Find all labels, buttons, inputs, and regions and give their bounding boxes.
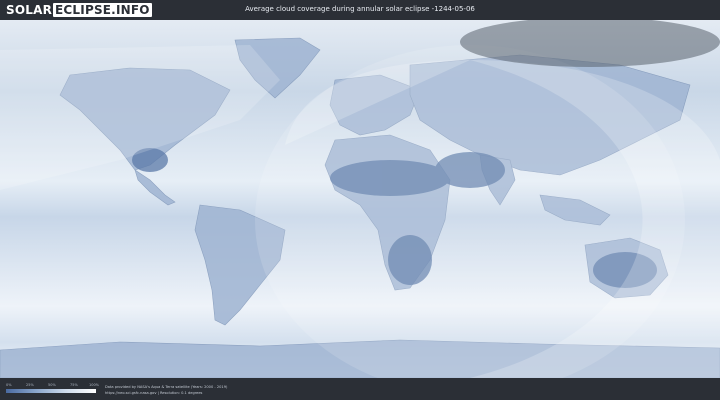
legend-tick: 25% bbox=[26, 383, 34, 387]
logo-eclipse-info-text: ECLIPSE.INFO bbox=[53, 3, 152, 17]
legend-tick: 50% bbox=[48, 383, 56, 387]
header-bar: SOLAR ECLIPSE.INFO Average cloud coverag… bbox=[0, 0, 720, 20]
legend-tick: 75% bbox=[70, 383, 78, 387]
legend-tick: 0% bbox=[6, 383, 12, 387]
cloud-coverage-map bbox=[0, 20, 720, 378]
data-credit: Data provided by NASA's Aqua & Terra sat… bbox=[105, 385, 228, 389]
legend-tick: 100% bbox=[89, 383, 100, 387]
footer-bar: 0% 25% 50% 75% 100% Data provided by NAS… bbox=[0, 378, 720, 400]
site-logo[interactable]: SOLAR ECLIPSE.INFO bbox=[6, 2, 152, 18]
data-source-link[interactable]: https://neo.sci.gsfc.nasa.gov | Resoluti… bbox=[105, 391, 202, 395]
logo-solar-text: SOLAR bbox=[6, 3, 53, 17]
cloud-coverage-legend bbox=[6, 389, 96, 393]
page-title: Average cloud coverage during annular so… bbox=[245, 5, 475, 13]
